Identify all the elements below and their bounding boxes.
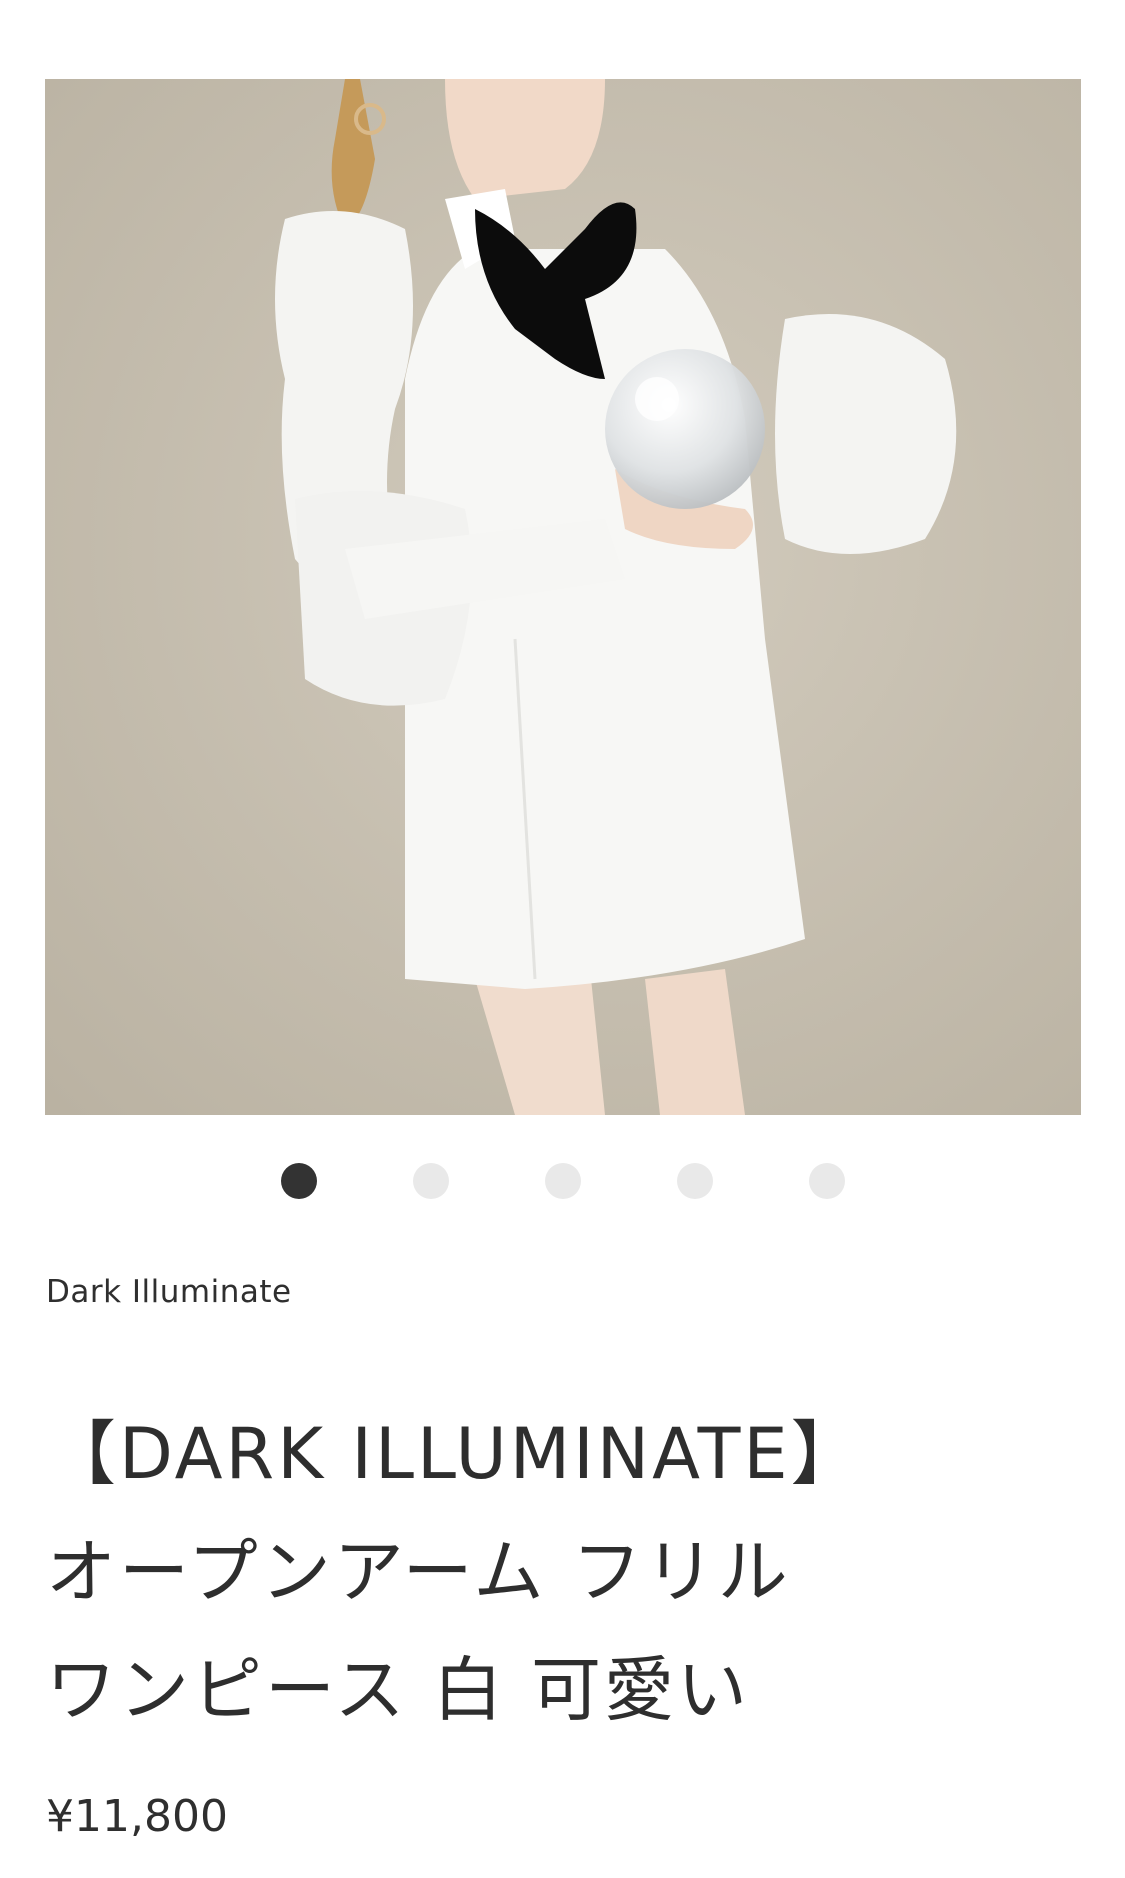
product-vendor[interactable]: Dark Illuminate bbox=[46, 1274, 292, 1310]
carousel-dot-4[interactable] bbox=[677, 1163, 713, 1199]
carousel-pagination bbox=[0, 1163, 1125, 1199]
product-title-line-1: 【DARK ILLUMINATE】 bbox=[46, 1413, 864, 1495]
carousel-dot-1[interactable] bbox=[281, 1163, 317, 1199]
carousel-dot-3[interactable] bbox=[545, 1163, 581, 1199]
product-title-line-3: ワンピース 白 可愛い bbox=[46, 1649, 751, 1731]
product-price: ¥11,800 bbox=[46, 1791, 228, 1842]
carousel-dot-2[interactable] bbox=[413, 1163, 449, 1199]
product-title: 【DARK ILLUMINATE】 オープンアーム フリル ワンピース 白 可愛… bbox=[46, 1395, 1086, 1749]
product-image[interactable] bbox=[45, 79, 1081, 1115]
product-photo bbox=[45, 79, 1081, 1115]
carousel-dot-5[interactable] bbox=[809, 1163, 845, 1199]
product-title-line-2: オープンアーム フリル bbox=[46, 1531, 791, 1613]
